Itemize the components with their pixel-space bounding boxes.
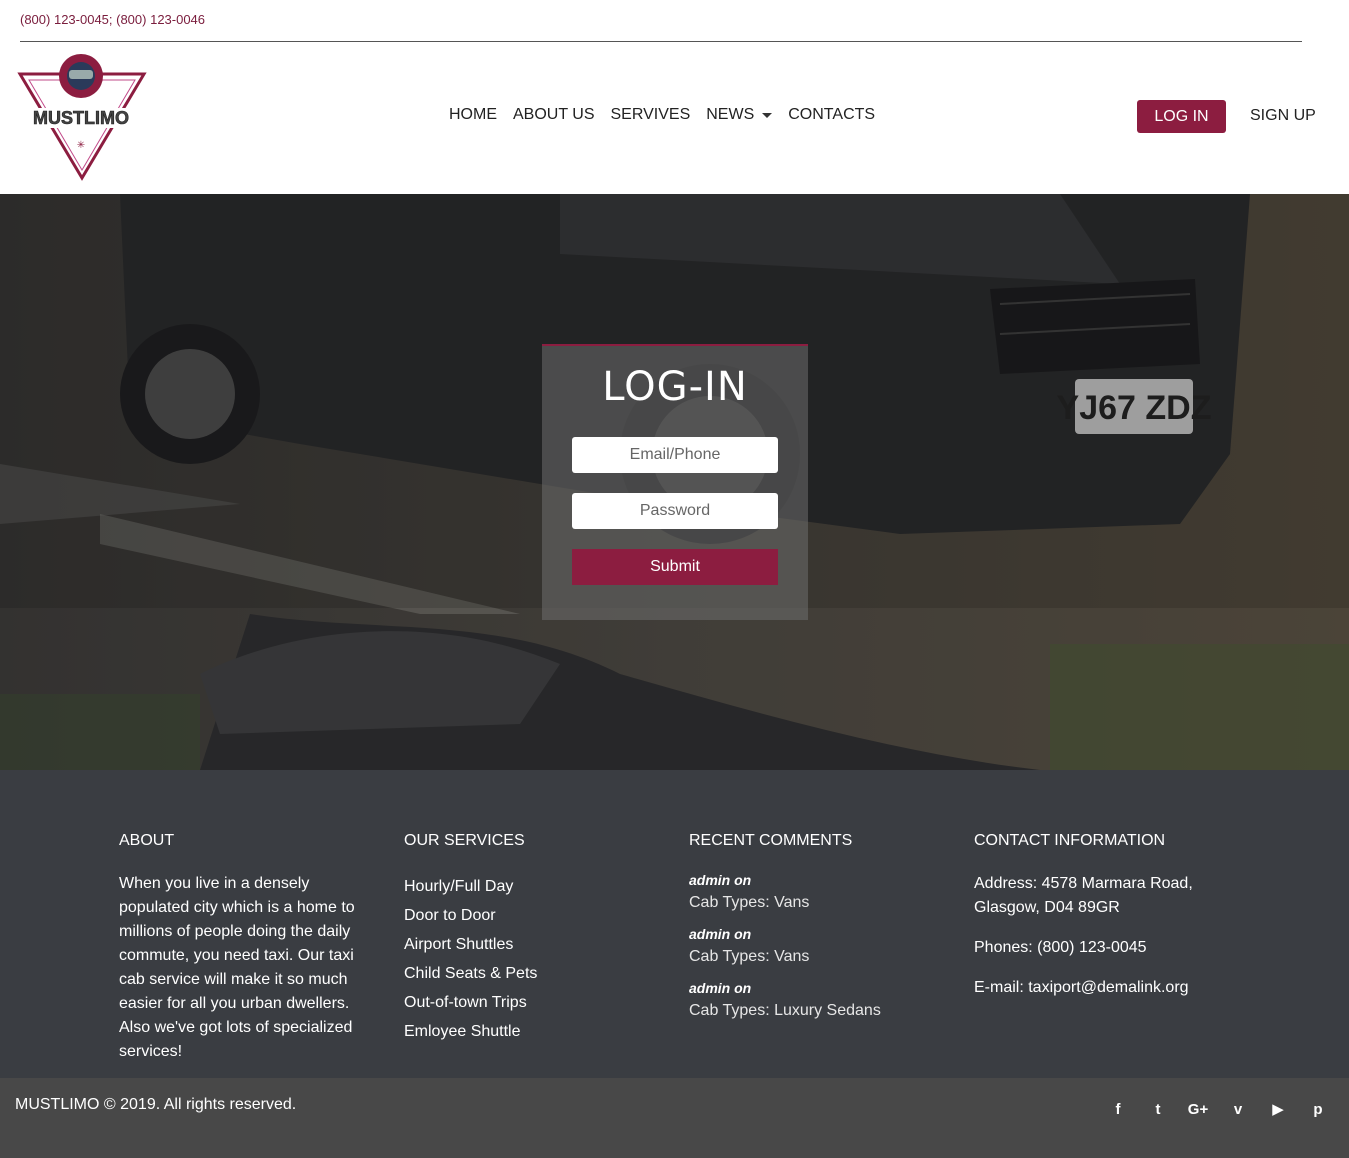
footer-comments: RECENT COMMENTS admin on Cab Types: Vans… [689,832,939,1034]
nav-contacts[interactable]: CONTACTS [780,106,883,124]
comment-item: admin on Cab Types: Vans [689,926,939,966]
footer-services-heading: OUR SERVICES [404,832,525,849]
comment-author[interactable]: admin on [689,980,939,996]
service-link[interactable]: Airport Shuttles [404,930,654,959]
vimeo-icon[interactable]: v [1227,1100,1249,1118]
nav-about-us[interactable]: ABOUT US [505,106,603,124]
logo-text: MUSTLIMO [33,108,129,128]
footer-about: ABOUT When you live in a densely populat… [119,832,369,1064]
comment-post-link[interactable]: Cab Types: Vans [689,894,939,912]
email-phone-input[interactable] [572,437,778,473]
pinterest-icon[interactable]: p [1307,1100,1329,1118]
google-plus-icon[interactable]: G+ [1187,1100,1209,1118]
site-logo[interactable]: MUSTLIMO ✳ [17,52,147,182]
top-phone-numbers: (800) 123-0045; (800) 123-0046 [20,12,206,27]
comment-post-link[interactable]: Cab Types: Luxury Sedans [689,1002,939,1020]
login-form: LOG-IN Submit [542,344,808,620]
service-link[interactable]: Out-of-town Trips [404,988,654,1017]
svg-text:✳: ✳ [77,140,85,151]
service-link[interactable]: Emloyee Shuttle [404,1017,654,1046]
social-links: f t G+ v ▶ p [1107,1100,1329,1119]
footer-contact: CONTACT INFORMATION Address: 4578 Marmar… [974,832,1234,1016]
footer-about-heading: ABOUT [119,832,175,849]
service-link[interactable]: Door to Door [404,901,654,930]
site-header: MUSTLIMO ✳ HOME ABOUT US SERVIVES NEWS C… [0,42,1349,194]
comment-item: admin on Cab Types: Vans [689,872,939,912]
bottom-bar: MUSTLIMO © 2019. All rights reserved. f … [0,1078,1349,1158]
top-contact-bar: (800) 123-0045; (800) 123-0046 [20,0,1302,42]
signup-link[interactable]: SIGN UP [1250,107,1316,125]
service-link[interactable]: Child Seats & Pets [404,959,654,988]
login-title: LOG-IN [602,364,748,410]
footer-comments-heading: RECENT COMMENTS [689,832,853,849]
contact-email[interactable]: E-mail: taxiport@demalink.org [974,976,1234,1000]
login-button[interactable]: LOG IN [1137,100,1226,133]
hero-light-overlay [0,608,1349,770]
youtube-icon[interactable]: ▶ [1267,1100,1289,1118]
footer-contact-heading: CONTACT INFORMATION [974,832,1166,849]
logo-graphic: MUSTLIMO ✳ [17,54,147,181]
nav-news[interactable]: NEWS [698,106,780,124]
facebook-icon[interactable]: f [1107,1100,1129,1118]
nav-home[interactable]: HOME [441,106,505,124]
password-input[interactable] [572,493,778,529]
site-footer: ABOUT When you live in a densely populat… [0,770,1349,1078]
submit-button[interactable]: Submit [572,549,778,585]
chevron-down-icon [762,112,773,118]
comment-item: admin on Cab Types: Luxury Sedans [689,980,939,1020]
main-nav: HOME ABOUT US SERVIVES NEWS CONTACTS [441,106,883,124]
copyright-text: MUSTLIMO © 2019. All rights reserved. [15,1096,297,1113]
twitter-icon[interactable]: t [1147,1100,1169,1118]
nav-services[interactable]: SERVIVES [603,106,699,124]
nav-news-label: NEWS [706,106,755,123]
hero-section: YJ67 ZDZ LOG-IN Submit [0,194,1349,770]
contact-address: Address: 4578 Marmara Road, Glasgow, D04… [974,875,1193,916]
service-link[interactable]: Hourly/Full Day [404,872,654,901]
footer-about-text: When you live in a densely populated cit… [119,875,355,1060]
comment-post-link[interactable]: Cab Types: Vans [689,948,939,966]
contact-phones: Phones: (800) 123-0045 [974,939,1147,956]
comment-author[interactable]: admin on [689,872,939,888]
footer-services: OUR SERVICES Hourly/Full Day Door to Doo… [404,832,654,1046]
comment-author[interactable]: admin on [689,926,939,942]
